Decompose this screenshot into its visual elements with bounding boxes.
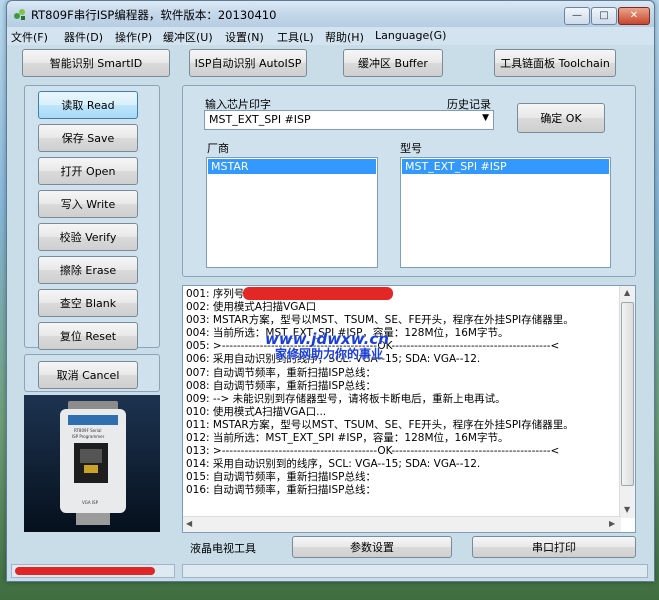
menu-help[interactable]: 帮助(H): [325, 29, 364, 45]
log-line: 014: 采用自动识别到的线序，SCL: VGA--15; SDA: VGA--…: [186, 458, 481, 471]
close-button[interactable]: ✕: [618, 7, 650, 25]
log-line: 002: 使用模式A扫描VGA口: [186, 301, 317, 314]
log-output[interactable]: 001: 序列号 002: 使用模式A扫描VGA口 003: MSTAR方案，型…: [182, 285, 636, 533]
write-button[interactable]: 写入 Write: [38, 190, 138, 218]
status-redaction-mark: [15, 567, 155, 575]
log-line: 015: 自动调节频率，重新扫描ISP总线：: [186, 471, 377, 484]
main-window: RT809F串行ISP编程器，软件版本：20130410 — □ ✕ 文件(F)…: [6, 0, 655, 582]
maximize-button[interactable]: □: [591, 7, 617, 25]
model-label: 型号: [400, 142, 422, 155]
log-line: 007: 自动调节频率，重新扫描ISP总线：: [186, 366, 377, 379]
toolchain-button[interactable]: 工具链面板 Toolchain: [494, 49, 616, 77]
log-line: 011: MSTAR方案，型号以MST、TSUM、SE、FE开头，程序在外挂SP…: [186, 418, 574, 431]
scroll-left-icon[interactable]: ◀: [186, 519, 192, 528]
photo-label-line2: ISP Programmer: [72, 434, 105, 439]
log-line: 004: 当前所选：MST_EXT_SPI #ISP，容量：128M位，16M字…: [186, 327, 509, 340]
log-line: 009: --> 未能识别到存储器型号，请将板卡断电后，重新上电再试。: [186, 392, 506, 405]
vendor-list[interactable]: MSTAR: [206, 157, 378, 268]
log-line: 003: MSTAR方案，型号以MST、TSUM、SE、FE开头，程序在外挂SP…: [186, 314, 574, 327]
tab-params[interactable]: 参数设置: [292, 536, 452, 558]
log-line: 013: >----------------------------------…: [186, 445, 560, 458]
menu-bar: 文件(F) 器件(D) 操作(P) 缓冲区(U) 设置(N) 工具(L) 帮助(…: [7, 27, 654, 45]
ok-button[interactable]: 确定 OK: [517, 103, 605, 133]
menu-buffer[interactable]: 缓冲区(U): [163, 29, 213, 45]
window-title: RT809F串行ISP编程器，软件版本：20130410: [31, 8, 277, 22]
scroll-thumb[interactable]: [621, 302, 634, 486]
log-line: 008: 自动调节频率，重新扫描ISP总线：: [186, 379, 377, 392]
cancel-button[interactable]: 取消 Cancel: [38, 361, 138, 389]
smart-id-button[interactable]: 智能识别 SmartID: [22, 49, 170, 77]
model-list[interactable]: MST_EXT_SPI #ISP: [400, 157, 611, 268]
log-vertical-scrollbar[interactable]: ▲ ▼: [619, 286, 635, 518]
dropdown-arrow-icon: ▼: [482, 113, 489, 123]
menu-tools[interactable]: 工具(L): [277, 29, 314, 45]
vendor-label: 厂商: [207, 142, 229, 155]
chip-input-value: MST_EXT_SPI #ISP: [209, 113, 311, 126]
auto-isp-button[interactable]: ISP自动识别 AutoISP: [189, 49, 307, 77]
scroll-up-icon[interactable]: ▲: [624, 288, 630, 297]
minimize-button[interactable]: —: [564, 7, 590, 25]
log-line: 010: 使用模式A扫描VGA口...: [186, 405, 327, 418]
tab-serial-print[interactable]: 串口打印: [472, 536, 636, 558]
erase-button[interactable]: 擦除 Erase: [38, 256, 138, 284]
log-line: 016: 自动调节频率，重新扫描ISP总线：: [186, 484, 377, 497]
watermark-slogan: 家修网助力你的事业: [275, 347, 384, 361]
bottom-tab-bar: 液晶电视工具 参数设置 串口打印: [182, 536, 636, 558]
programmer-image: [24, 395, 160, 532]
title-bar[interactable]: RT809F串行ISP编程器，软件版本：20130410 — □ ✕: [7, 1, 654, 27]
log-line: 005: >----------------------------------…: [186, 340, 560, 353]
status-bar: [7, 561, 654, 581]
open-button[interactable]: 打开 Open: [38, 157, 138, 185]
menu-operation[interactable]: 操作(P): [115, 29, 152, 45]
menu-settings[interactable]: 设置(N): [225, 29, 264, 45]
log-line: 006: 采用自动识别到的线序，SCL: VGA--15; SDA: VGA--…: [186, 353, 481, 366]
save-button[interactable]: 保存 Save: [38, 124, 138, 152]
model-list-item[interactable]: MST_EXT_SPI #ISP: [402, 159, 609, 174]
tab-lcd-tv[interactable]: 液晶电视工具: [190, 540, 256, 556]
log-line: 012: 当前所选：MST_EXT_SPI #ISP，容量：128M位，16M字…: [186, 432, 509, 445]
photo-label-line1: RT809F Serial: [74, 428, 102, 433]
scroll-right-icon[interactable]: ▶: [609, 519, 615, 528]
chip-input-combo[interactable]: MST_EXT_SPI #ISP ▼: [204, 110, 494, 130]
redaction-mark: [243, 287, 393, 300]
verify-button[interactable]: 校验 Verify: [38, 223, 138, 251]
reset-button[interactable]: 复位 Reset: [38, 322, 138, 350]
read-button[interactable]: 读取 Read: [38, 91, 138, 119]
app-icon: [14, 9, 25, 20]
blank-button[interactable]: 查空 Blank: [38, 289, 138, 317]
photo-port-label: VGA ISP: [82, 500, 98, 505]
main-content: 智能识别 SmartID ISP自动识别 AutoISP 缓冲区 Buffer …: [7, 45, 654, 581]
buffer-button[interactable]: 缓冲区 Buffer: [343, 49, 443, 77]
menu-device[interactable]: 器件(D): [64, 29, 103, 45]
scroll-down-icon[interactable]: ▼: [624, 505, 630, 514]
menu-file[interactable]: 文件(F): [11, 29, 48, 45]
vendor-list-item[interactable]: MSTAR: [208, 159, 376, 174]
menu-language[interactable]: Language(G): [375, 29, 446, 42]
log-lines: 001: 序列号 002: 使用模式A扫描VGA口 003: MSTAR方案，型…: [186, 288, 618, 498]
log-horizontal-scrollbar[interactable]: ◀ ▶: [183, 516, 621, 532]
status-pane-right: [182, 564, 648, 578]
device-photo: RT809F Serial ISP Programmer VGA ISP: [24, 395, 160, 532]
